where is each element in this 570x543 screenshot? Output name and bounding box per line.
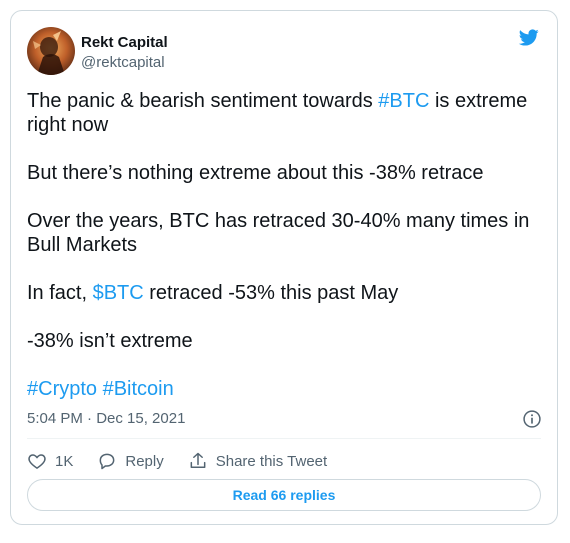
tweet-timestamp[interactable]: 5:04 PM · Dec 15, 2021 <box>27 409 185 429</box>
tweet-text: The panic & bearish sentiment towards #B… <box>27 89 543 401</box>
tweet-paragraph: Over the years, BTC has retraced 30-40% … <box>27 210 530 256</box>
hashtag-bitcoin-link[interactable]: #Bitcoin <box>103 378 174 400</box>
reply-bubble-icon <box>99 453 115 470</box>
tweet-paragraph: In fact, $BTC retraced -53% this past Ma… <box>27 281 543 305</box>
tweet-text-segment: The panic & bearish sentiment towards <box>27 90 379 112</box>
hashtag-crypto-link[interactable]: #Crypto <box>27 378 97 400</box>
reply-label: Reply <box>125 452 164 470</box>
tweet-paragraph: But there’s nothing extreme about this -… <box>27 162 484 184</box>
twitter-bird-icon[interactable] <box>516 27 541 48</box>
heart-icon <box>28 454 46 469</box>
share-icon <box>190 452 206 468</box>
tweet-paragraph: #Crypto #Bitcoin <box>27 377 543 401</box>
read-replies-button[interactable]: Read 66 replies <box>27 479 541 511</box>
tweet-text-segment: In fact, <box>27 282 93 304</box>
author-block[interactable]: Rekt Capital @rektcapital <box>81 33 168 73</box>
hashtag-btc-link[interactable]: #BTC <box>378 90 429 112</box>
action-bar: 1K Reply Share this Tweet <box>27 451 351 471</box>
reply-button[interactable]: Reply <box>97 451 164 471</box>
share-label: Share this Tweet <box>215 452 328 470</box>
info-icon[interactable] <box>522 409 542 429</box>
divider <box>27 438 541 439</box>
display-name[interactable]: Rekt Capital <box>81 33 168 53</box>
tweet-paragraph: The panic & bearish sentiment towards #B… <box>27 89 543 137</box>
cashtag-btc-link[interactable]: $BTC <box>93 282 144 304</box>
tweet-text-segment: retraced -53% this past May <box>143 282 399 304</box>
tweet-paragraph: -38% isn’t extreme <box>27 330 193 352</box>
share-button[interactable]: Share this Tweet <box>188 451 327 471</box>
like-button[interactable]: 1K <box>27 451 73 471</box>
tweet-card[interactable]: Rekt Capital @rektcapital The panic & be… <box>10 10 558 525</box>
handle[interactable]: @rektcapital <box>81 53 168 73</box>
avatar[interactable] <box>27 27 75 75</box>
like-count: 1K <box>55 452 74 470</box>
